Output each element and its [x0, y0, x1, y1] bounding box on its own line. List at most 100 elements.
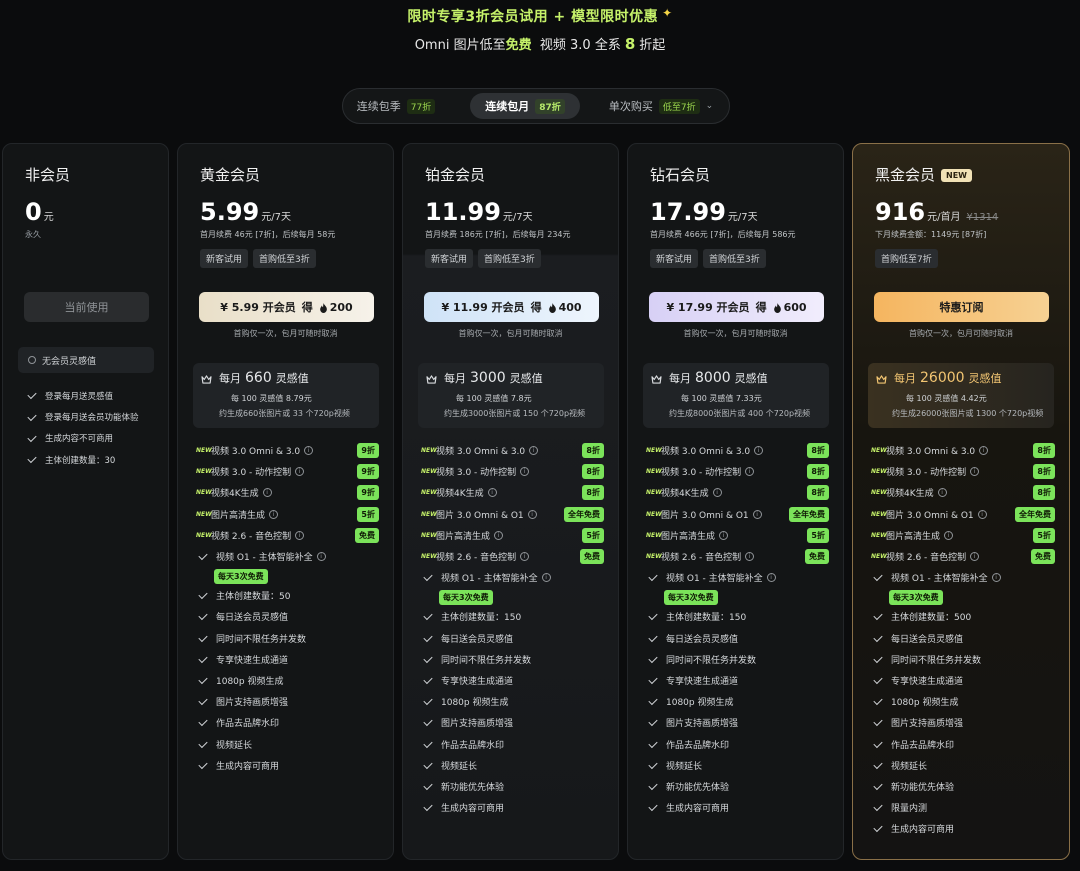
check-icon: [27, 454, 37, 464]
promo-discount-number: 8: [624, 35, 636, 53]
info-icon[interactable]: i: [766, 573, 776, 583]
discount-badge: 免费: [1031, 549, 1055, 565]
feature-item: 同时间不限任务并发数: [421, 649, 604, 670]
feature-label: 图片支持画质增强: [441, 719, 514, 730]
info-icon[interactable]: i: [316, 552, 326, 562]
feature-item: 主体创建数量：150: [421, 606, 604, 627]
feature-label: 每日送会员灵感值: [666, 634, 739, 645]
check-icon: [873, 823, 883, 833]
feature-item: NEW 图片 3.0 Omni & O1 i 全年免费: [871, 504, 1055, 525]
feature-item: 视频延长: [421, 755, 604, 776]
feature-label: 每日送会员灵感值: [441, 634, 514, 645]
plan-card-diamond: 钻石会员 17.99 元/7天 首月续费 466元 [7折]，后续每月 586元 新客试…: [627, 143, 844, 860]
feature-item: 主体创建数量：500: [871, 606, 1055, 627]
tab-monthly[interactable]: 连续包月 87折: [470, 93, 580, 119]
info-icon[interactable]: i: [520, 552, 530, 562]
new-icon: NEW: [646, 531, 662, 539]
info-icon[interactable]: i: [529, 446, 539, 456]
check-icon: [423, 759, 433, 769]
discount-badge: 8折: [1033, 485, 1055, 501]
price-unit: 元: [43, 212, 54, 223]
new-icon: NEW: [646, 447, 662, 455]
info-icon[interactable]: i: [295, 467, 305, 477]
plan-name-text: 黄金会员: [200, 166, 261, 184]
info-icon[interactable]: i: [494, 530, 504, 540]
check-icon: [648, 653, 658, 663]
check-icon: [873, 653, 883, 663]
buy-membership-button[interactable]: ¥ 11.99 开会员得 400: [424, 292, 599, 322]
buy-membership-button[interactable]: ¥ 17.99 开会员得 600: [649, 292, 824, 322]
plan-name-text: 铂金会员: [425, 166, 486, 184]
feature-item: NEW 视频 3.0 - 动作控制 i 8折: [871, 461, 1055, 482]
check-icon: [423, 696, 433, 706]
plan-name: 钻石会员: [650, 164, 710, 185]
info-icon[interactable]: i: [970, 467, 980, 477]
cta-bonus-label: 得: [301, 301, 313, 314]
promo-title: 限时专享3折会员试用 + 模型限时优惠 ✦: [407, 6, 673, 25]
info-icon[interactable]: i: [712, 488, 722, 498]
check-icon: [423, 611, 433, 621]
points-unit: 灵感值: [968, 372, 1002, 385]
plan-period: 永久: [25, 230, 41, 239]
price-value: 11.99: [425, 198, 501, 226]
feature-item: 视频 O1 - 主体智能补全 i: [196, 546, 379, 567]
feature-item: 同时间不限任务并发数: [646, 649, 829, 670]
info-icon[interactable]: i: [745, 552, 755, 562]
discount-badge: 8折: [582, 464, 604, 480]
info-icon[interactable]: i: [295, 530, 305, 540]
feature-label: 视频延长: [666, 761, 703, 772]
check-icon: [27, 411, 37, 421]
info-icon[interactable]: i: [304, 446, 314, 456]
tab-single-purchase[interactable]: 单次购买 低至7折 ⌄: [602, 93, 720, 119]
feature-label: 登录每月送灵感值: [45, 391, 114, 402]
feature-label: 每日送会员灵感值: [216, 613, 289, 624]
monthly-points-box: 每月 26000 灵感值每 100 灵感值 4.42元 约生成26000张图片或 13…: [868, 363, 1054, 428]
info-icon[interactable]: i: [269, 509, 279, 519]
feature-label: 图片高清生成: [436, 531, 491, 542]
feature-label: 新功能优先体验: [666, 782, 730, 793]
info-icon[interactable]: i: [754, 446, 764, 456]
feature-label: 专享快速生成通道: [216, 655, 289, 666]
buy-membership-button[interactable]: ¥ 5.99 开会员得 200: [199, 292, 374, 322]
info-icon[interactable]: i: [262, 488, 272, 498]
feature-item: 视频延长: [871, 755, 1055, 776]
feature-label: 专享快速生成通道: [441, 676, 514, 687]
check-icon: [198, 611, 208, 621]
check-icon: [873, 801, 883, 812]
monthly-points-box: 每月 3000 灵感值每 100 灵感值 7.8元 约生成3000张图片或 150 个…: [418, 363, 604, 428]
info-icon[interactable]: i: [719, 530, 729, 540]
info-icon[interactable]: i: [541, 573, 551, 583]
info-icon[interactable]: i: [937, 488, 947, 498]
info-icon[interactable]: i: [745, 467, 755, 477]
check-icon: [198, 696, 208, 706]
info-icon[interactable]: i: [527, 509, 537, 519]
plan-name: 黑金会员 NEW: [875, 164, 972, 185]
points-title: 每月 3000 灵感值: [426, 370, 543, 386]
plan-tag: 新客试用: [425, 249, 474, 268]
info-icon[interactable]: i: [752, 509, 762, 519]
tab-quarterly[interactable]: 连续包季 77折: [348, 93, 444, 119]
feature-list: 登录每月送灵感值 登录每月送会员功能体验 生成内容不可商用 主体创建数量：30: [25, 385, 139, 471]
feature-label: 生成内容可商用: [666, 804, 730, 815]
info-icon[interactable]: i: [487, 488, 497, 498]
feature-label: 视频 3.0 - 动作控制: [886, 468, 967, 479]
new-icon: NEW: [871, 468, 887, 476]
feature-item: NEW 图片 3.0 Omni & O1 i 全年免费: [646, 504, 829, 525]
info-icon[interactable]: i: [970, 552, 980, 562]
info-icon[interactable]: i: [944, 530, 954, 540]
info-icon[interactable]: i: [977, 509, 987, 519]
info-icon[interactable]: i: [991, 573, 1001, 583]
points-unit-price: 每 100 灵感值 4.42元: [906, 394, 987, 403]
points-value: 3000: [470, 370, 506, 386]
check-icon: [648, 759, 658, 769]
check-icon: [27, 390, 37, 400]
subscribe-button[interactable]: 特惠订阅: [874, 292, 1049, 322]
info-icon[interactable]: i: [979, 446, 989, 456]
check-icon: [648, 632, 658, 642]
tab-discount-tag: 87折: [535, 98, 565, 114]
points-label: 每月: [219, 372, 241, 385]
check-icon: [423, 674, 433, 685]
check-icon: [648, 572, 658, 582]
feature-item: NEW 图片高清生成 i 5折: [196, 504, 379, 525]
info-icon[interactable]: i: [520, 467, 530, 477]
